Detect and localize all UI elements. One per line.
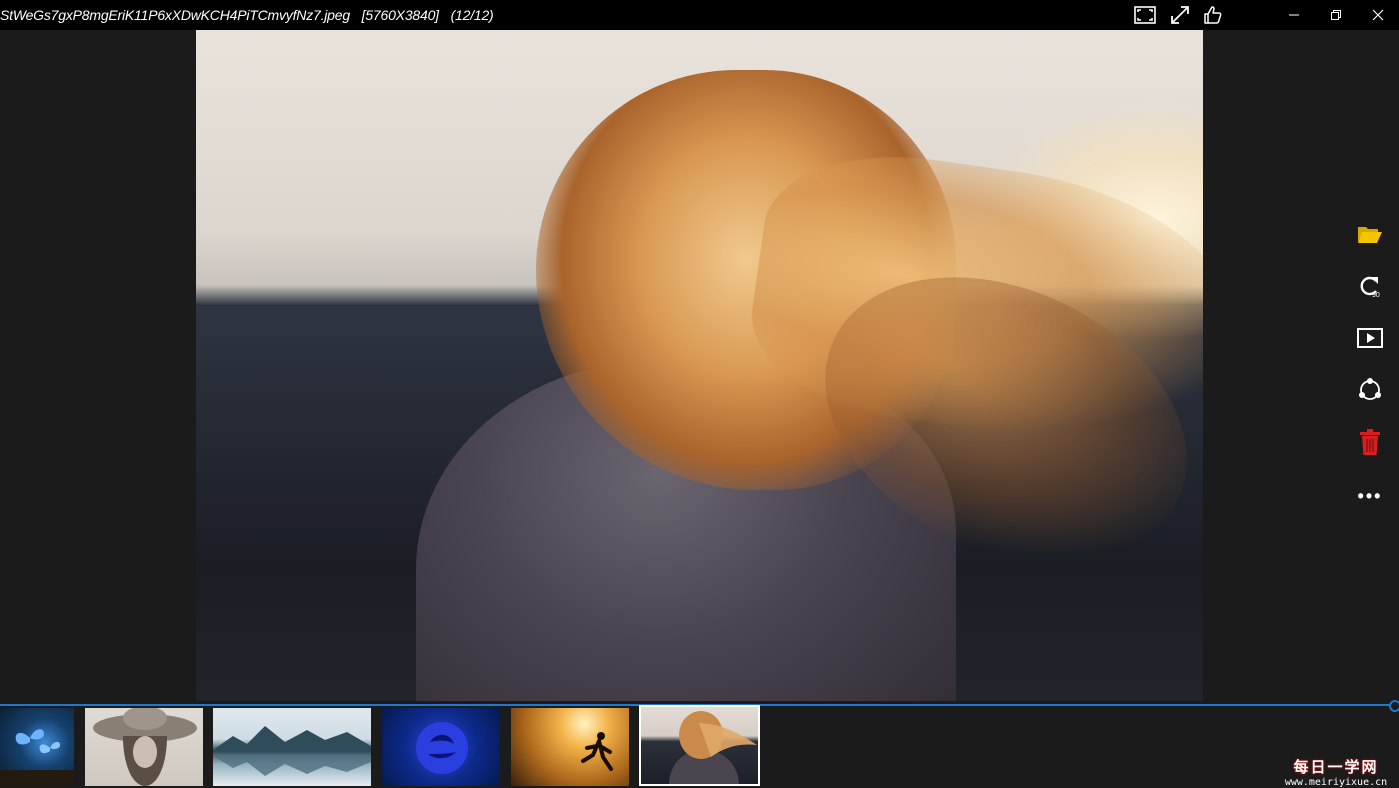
close-button[interactable]: [1355, 0, 1399, 30]
butterfly-thumbnail-art: [0, 729, 74, 786]
share-button[interactable]: [1352, 374, 1388, 406]
svg-text:90: 90: [1372, 292, 1380, 299]
delete-button[interactable]: [1352, 426, 1388, 458]
fit-screen-icon[interactable]: [1134, 5, 1156, 25]
mountain-thumbnail-art: [213, 726, 371, 776]
main-image[interactable]: [196, 30, 1203, 701]
restore-button[interactable]: [1313, 0, 1359, 30]
hair-thumbnail-art: [669, 711, 757, 786]
image-dimensions: [5760X3840]: [361, 7, 439, 23]
share-icon: [1359, 378, 1381, 400]
thumbnail-sun-hat[interactable]: [85, 708, 203, 786]
open-folder-button[interactable]: [1352, 218, 1388, 250]
thumbnail-butterflies[interactable]: [0, 708, 74, 786]
play-icon: [1357, 328, 1383, 348]
sun-hat-thumbnail-art: [93, 708, 197, 786]
thumbnail-mountain-lake[interactable]: [213, 708, 371, 786]
image-position: (12/12): [450, 7, 494, 23]
site-watermark: 每日一学网 www.meiriyixue.cn: [1276, 756, 1396, 788]
thumbnail-runner-sunset[interactable]: [511, 708, 629, 786]
trash-icon: [1360, 429, 1380, 455]
more-button[interactable]: •••: [1352, 480, 1388, 512]
rotate-90-icon: 90: [1360, 276, 1380, 299]
close-icon: [1372, 9, 1384, 21]
watermark-url: www.meiriyixue.cn: [1284, 777, 1388, 788]
watermark-text: 每日一学网: [1293, 759, 1379, 776]
file-name: StWeGs7gxP8mgEriK11P6xXDwKCH4PiTCmvyfNz7…: [0, 7, 350, 23]
thumbnail-windblown-hair[interactable]: [639, 705, 760, 786]
more-icon: •••: [1357, 485, 1383, 506]
rotate-button[interactable]: 90: [1352, 270, 1388, 302]
restore-icon: [1331, 10, 1341, 20]
thumbnail-strip: [0, 705, 1399, 786]
slideshow-button[interactable]: [1352, 322, 1388, 354]
thumbs-up-icon[interactable]: [1202, 5, 1224, 25]
window-title: StWeGs7gxP8mgEriK11P6xXDwKCH4PiTCmvyfNz7…: [0, 7, 502, 23]
thumbnail-blue-rose[interactable]: [382, 708, 500, 786]
fullscreen-icon[interactable]: [1169, 5, 1191, 25]
runner-thumbnail-art: [581, 732, 613, 771]
title-bar: StWeGs7gxP8mgEriK11P6xXDwKCH4PiTCmvyfNz7…: [0, 0, 1399, 30]
rose-thumbnail-art: [416, 722, 468, 774]
minimize-icon: [1289, 14, 1299, 16]
minimize-button[interactable]: [1271, 0, 1317, 30]
folder-icon: [1358, 227, 1382, 243]
